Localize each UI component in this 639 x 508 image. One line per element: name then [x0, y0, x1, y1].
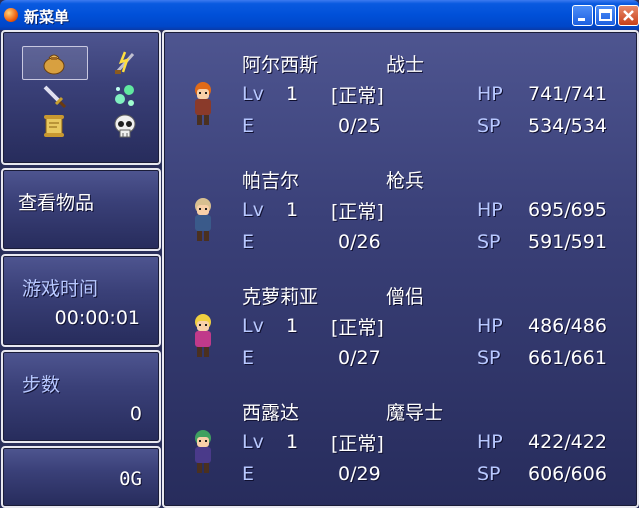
steps-label: 步数	[22, 374, 61, 396]
member-name: 西露达	[242, 402, 300, 424]
member-hp: 486/486	[528, 315, 607, 337]
maximize-button[interactable]	[595, 5, 616, 26]
member-hp: 422/422	[528, 431, 607, 453]
app-icon	[4, 8, 18, 22]
playtime-window: 游戏时间 00:00:01	[1, 254, 161, 347]
character-sprite	[195, 82, 211, 125]
level-label: Lv	[242, 199, 264, 221]
minimize-icon	[578, 18, 585, 21]
sp-label: SP	[477, 463, 501, 485]
member-name: 阿尔西斯	[242, 54, 319, 76]
bag-icon[interactable]	[40, 48, 68, 76]
party-member[interactable]: 西露达 魔导士 Lv 1 [正常] HP 422/422 E 0/29 SP 6…	[164, 392, 634, 497]
party-member[interactable]: 阿尔西斯 战士 Lv 1 [正常] HP 741/741 E 0/25 SP 5…	[164, 44, 634, 149]
member-sp: 534/534	[528, 115, 607, 137]
skull-icon[interactable]	[111, 112, 139, 140]
party-member[interactable]: 帕吉尔 枪兵 Lv 1 [正常] HP 695/695 E 0/26 SP 59…	[164, 160, 634, 265]
playtime-value: 00:00:01	[54, 307, 140, 329]
sp-label: SP	[477, 347, 501, 369]
maximize-icon	[599, 9, 612, 21]
member-name: 帕吉尔	[242, 170, 300, 192]
sp-label: SP	[477, 231, 501, 253]
member-state: [正常]	[331, 433, 384, 455]
playtime-label: 游戏时间	[22, 278, 99, 300]
member-state: [正常]	[331, 85, 384, 107]
level-label: Lv	[242, 431, 264, 453]
hp-label: HP	[477, 83, 503, 105]
minimize-button[interactable]	[572, 5, 593, 26]
steps-value: 0	[129, 403, 142, 425]
sword-icon[interactable]	[40, 82, 68, 110]
command-window	[1, 30, 161, 165]
exp-label: E	[242, 347, 255, 369]
character-sprite	[195, 314, 211, 357]
close-button[interactable]	[618, 5, 639, 26]
scroll-icon[interactable]	[40, 112, 68, 140]
member-exp: 0/25	[338, 115, 381, 137]
exp-label: E	[242, 231, 255, 253]
character-sprite	[195, 430, 211, 473]
member-class: 枪兵	[386, 170, 425, 192]
item-window[interactable]: 查看物品	[1, 168, 161, 251]
hp-label: HP	[477, 431, 503, 453]
window-title-bar[interactable]: 新菜单	[0, 0, 639, 30]
member-hp: 695/695	[528, 199, 607, 221]
member-class: 战士	[386, 54, 425, 76]
member-sp: 591/591	[528, 231, 607, 253]
level-label: Lv	[242, 83, 264, 105]
member-class: 魔导士	[386, 402, 444, 424]
member-level: 1	[286, 315, 299, 337]
member-name: 克萝莉亚	[242, 286, 319, 308]
party-window: 阿尔西斯 战士 Lv 1 [正常] HP 741/741 E 0/25 SP 5…	[162, 30, 639, 508]
member-level: 1	[286, 199, 299, 221]
member-level: 1	[286, 83, 299, 105]
skill-icon[interactable]	[111, 48, 139, 76]
member-state: [正常]	[331, 317, 384, 339]
character-sprite	[195, 198, 211, 241]
member-state: [正常]	[331, 201, 384, 223]
gold-value: 0G	[119, 468, 142, 490]
member-sp: 661/661	[528, 347, 607, 369]
exp-label: E	[242, 115, 255, 137]
gold-window: 0G	[1, 446, 161, 508]
hp-label: HP	[477, 199, 503, 221]
member-hp: 741/741	[528, 83, 607, 105]
member-exp: 0/26	[338, 231, 381, 253]
party-member[interactable]: 克萝莉亚 僧侣 Lv 1 [正常] HP 486/486 E 0/27 SP 6…	[164, 276, 634, 381]
member-sp: 606/606	[528, 463, 607, 485]
status-icon[interactable]	[111, 82, 139, 110]
hp-label: HP	[477, 315, 503, 337]
steps-window: 步数 0	[1, 350, 161, 443]
member-exp: 0/27	[338, 347, 381, 369]
member-class: 僧侣	[386, 286, 425, 308]
member-exp: 0/29	[338, 463, 381, 485]
level-label: Lv	[242, 315, 264, 337]
exp-label: E	[242, 463, 255, 485]
sp-label: SP	[477, 115, 501, 137]
window-title: 新菜单	[24, 8, 70, 26]
close-icon	[623, 10, 634, 21]
member-level: 1	[286, 431, 299, 453]
view-items-label: 查看物品	[18, 192, 95, 214]
